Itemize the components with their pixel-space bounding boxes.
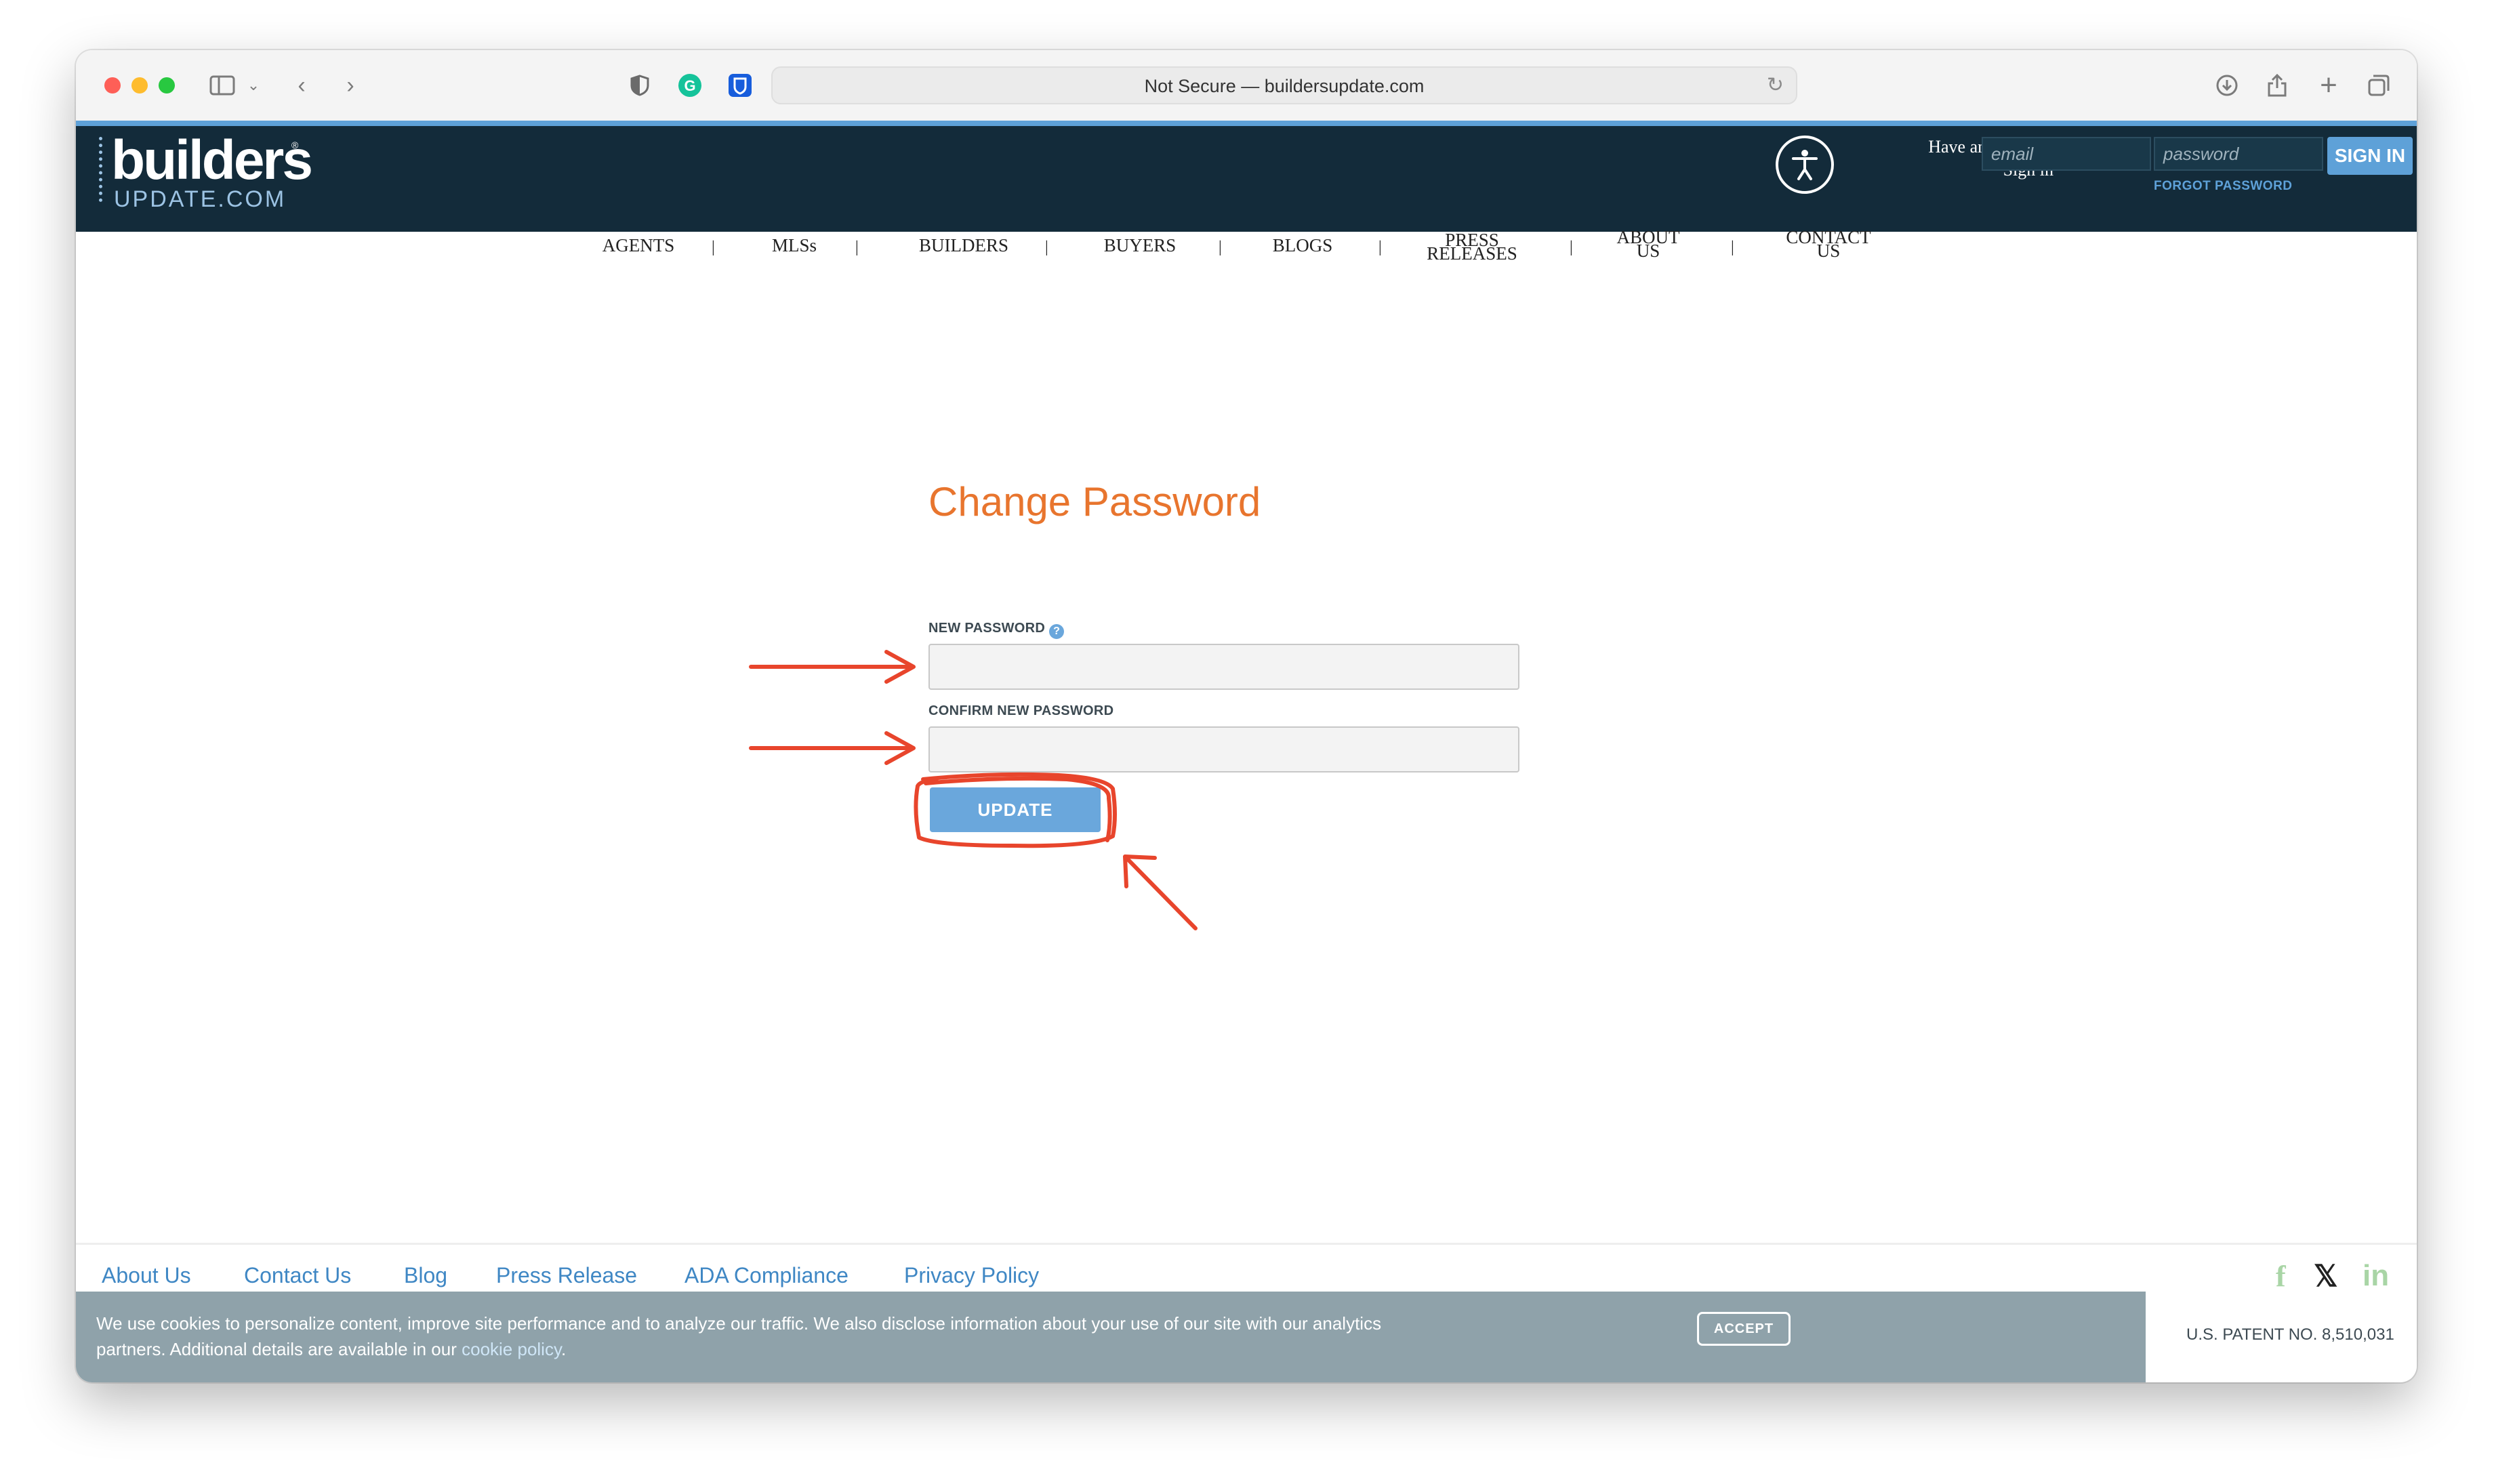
cookie-message: We use cookies to personalize content, i… [96, 1311, 1438, 1362]
footer-link-blog[interactable]: Blog [404, 1263, 447, 1288]
footer-link-about-us[interactable]: About Us [102, 1263, 191, 1288]
annotation-arrow-update [1124, 856, 1198, 930]
footer-link-privacy-policy[interactable]: Privacy Policy [904, 1263, 1039, 1288]
cookie-text-end: . [561, 1339, 567, 1359]
browser-window: ⌄ ‹ › G Not Secure — buildersupdate.com … [76, 50, 2417, 1382]
patent-notice: U.S. PATENT NO. 8,510,031 [2186, 1325, 2394, 1344]
cookie-banner: We use cookies to personalize content, i… [76, 1292, 2146, 1382]
footer-link-contact-us[interactable]: Contact Us [244, 1263, 351, 1288]
footer-divider [76, 1243, 2417, 1245]
annotation-circle-stroke [924, 776, 1112, 842]
footer-link-press-release[interactable]: Press Release [496, 1263, 637, 1288]
accept-cookies-button[interactable]: ACCEPT [1697, 1312, 1791, 1346]
linkedin-icon[interactable]: in [2363, 1259, 2389, 1293]
facebook-icon[interactable]: f [2276, 1259, 2286, 1294]
cookie-policy-link[interactable]: cookie policy [462, 1339, 561, 1359]
annotation-overlay [749, 650, 1198, 930]
x-twitter-icon[interactable]: 𝕏 [2314, 1259, 2337, 1294]
cookie-text: We use cookies to personalize content, i… [96, 1313, 1382, 1359]
footer-link-ada-compliance[interactable]: ADA Compliance [684, 1263, 849, 1288]
annotation-circle-update [914, 772, 1117, 848]
